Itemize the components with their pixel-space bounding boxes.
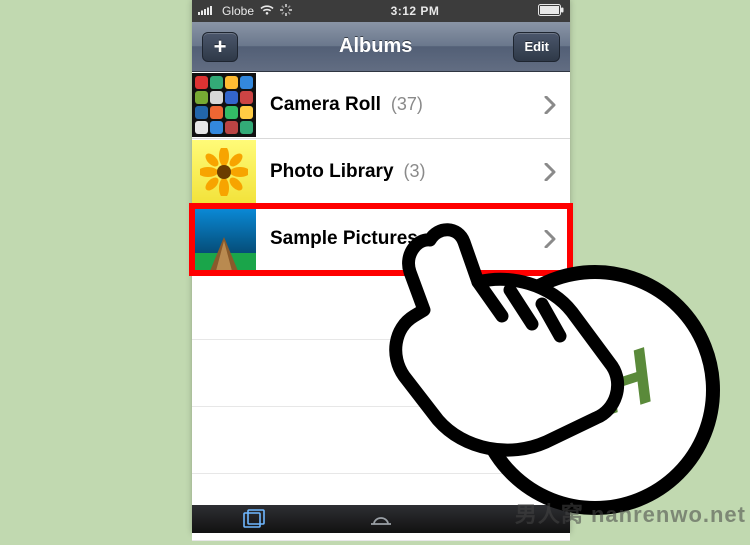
empty-row — [192, 407, 570, 474]
album-row-camera-roll[interactable]: Camera Roll (37) — [192, 72, 570, 139]
album-title: Camera Roll — [270, 94, 381, 116]
carrier-label: Globe — [222, 4, 254, 18]
album-title: Photo Library — [270, 161, 394, 183]
wifi-icon — [260, 4, 274, 18]
tab-places[interactable] — [444, 505, 570, 533]
album-thumbnail — [192, 140, 256, 204]
album-title: Sample Pictures — [270, 228, 418, 250]
chevron-right-icon — [538, 96, 562, 114]
album-row-sample-pictures[interactable]: Sample Pictures (3) — [192, 206, 570, 273]
album-list: Camera Roll (37) — [192, 72, 570, 541]
album-row-photo-library[interactable]: Photo Library (3) — [192, 139, 570, 206]
nav-title: Albums — [339, 35, 412, 58]
phone-frame: Globe 3:12 PM + Albums Edit — [192, 0, 570, 533]
chevron-right-icon — [538, 163, 562, 181]
album-count: (37) — [391, 94, 423, 115]
tab-photostream[interactable] — [318, 505, 444, 533]
empty-row — [192, 273, 570, 340]
album-count: (3) — [404, 161, 426, 182]
battery-icon — [538, 4, 564, 19]
status-bar: Globe 3:12 PM — [192, 0, 570, 22]
add-album-button[interactable]: + — [202, 32, 238, 62]
activity-icon — [280, 4, 292, 19]
tab-albums[interactable] — [192, 505, 318, 533]
signal-icon — [198, 4, 216, 18]
album-count: (3) — [428, 228, 450, 249]
edit-button[interactable]: Edit — [513, 32, 560, 62]
album-thumbnail — [192, 207, 256, 271]
clock: 3:12 PM — [292, 4, 538, 18]
chevron-right-icon — [538, 230, 562, 248]
album-thumbnail — [192, 73, 256, 137]
nav-bar: + Albums Edit — [192, 22, 570, 72]
tab-bar — [192, 505, 570, 533]
empty-row — [192, 340, 570, 407]
